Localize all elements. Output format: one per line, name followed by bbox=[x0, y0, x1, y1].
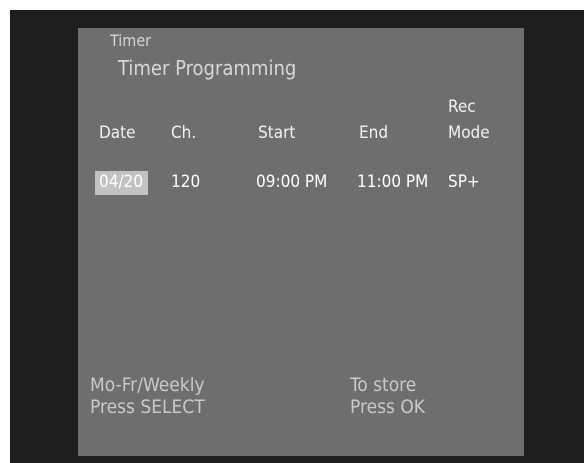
hint-store-line1: To store bbox=[350, 374, 417, 396]
column-header-rec-mode-line2: Mode bbox=[448, 123, 490, 143]
column-header-channel: Ch. bbox=[171, 123, 197, 143]
breadcrumb: Timer bbox=[110, 31, 152, 50]
column-header-rec-mode-line1: Rec bbox=[448, 97, 476, 117]
hint-store-line2: Press OK bbox=[350, 396, 425, 418]
column-header-start: Start bbox=[258, 123, 296, 143]
start-time-field[interactable]: 09:00 PM bbox=[256, 174, 327, 191]
hint-weekly-line2: Press SELECT bbox=[90, 396, 205, 418]
date-field[interactable]: 04/20 bbox=[95, 171, 149, 195]
timer-osd-menu: Timer Timer Programming Date Ch. Start E… bbox=[78, 28, 524, 456]
rec-mode-field[interactable]: SP+ bbox=[448, 174, 480, 191]
channel-field[interactable]: 120 bbox=[171, 174, 200, 191]
column-header-end: End bbox=[359, 123, 389, 143]
column-header-date: Date bbox=[99, 123, 136, 143]
end-time-field[interactable]: 11:00 PM bbox=[357, 174, 428, 191]
hint-weekly-line1: Mo-Fr/Weekly bbox=[90, 374, 205, 396]
page-title: Timer Programming bbox=[118, 56, 297, 80]
